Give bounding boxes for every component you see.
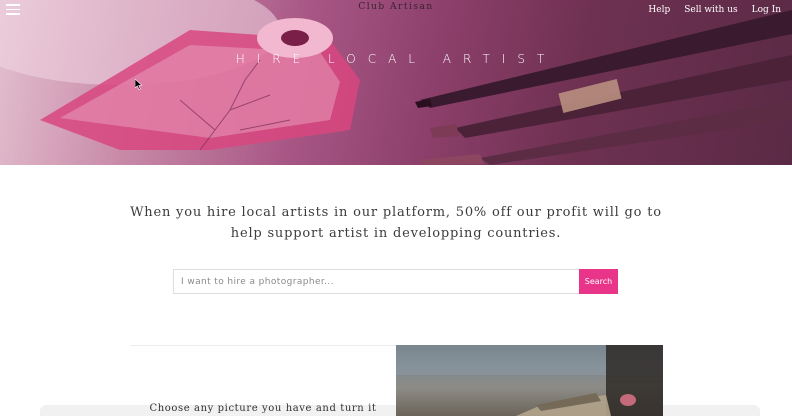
feature-image xyxy=(396,345,663,416)
top-navigation: Help Sell with us Log In xyxy=(648,5,781,15)
mission-line-2: help support artist in developping count… xyxy=(230,226,562,241)
nav-sell-link[interactable]: Sell with us xyxy=(684,5,737,15)
mission-statement: When you hire local artists in our platf… xyxy=(130,202,662,244)
search-input[interactable] xyxy=(173,269,579,294)
search-button[interactable]: Search xyxy=(579,269,618,294)
feature-text: Choose any picture you have and turn it xyxy=(149,403,377,414)
hero-background-image xyxy=(0,0,792,165)
hero-banner: Club Artisan Help Sell with us Log In HI… xyxy=(0,0,792,165)
mouse-pointer-icon xyxy=(135,79,143,90)
feature-divider xyxy=(130,345,396,346)
hero-title: HIRE LOCAL ARTIST xyxy=(235,52,557,66)
mission-line-1: When you hire local artists in our platf… xyxy=(130,205,662,220)
search-form: Search xyxy=(173,269,618,294)
feature-photo xyxy=(396,345,663,416)
nav-help-link[interactable]: Help xyxy=(648,5,670,15)
nav-login-link[interactable]: Log In xyxy=(752,5,781,15)
